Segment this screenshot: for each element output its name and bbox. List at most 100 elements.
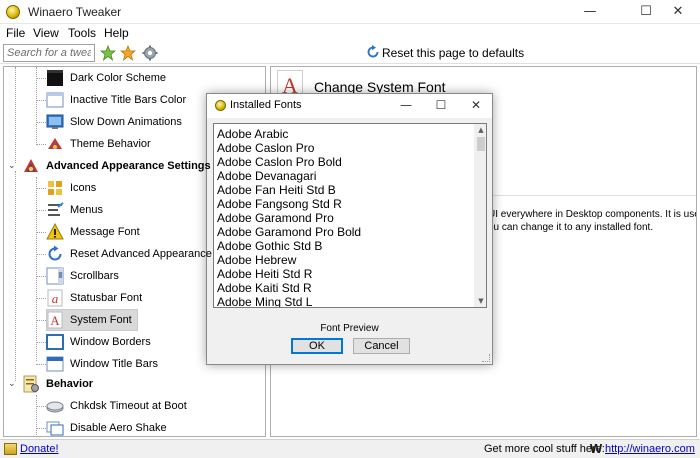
font-list-item[interactable]: Adobe Gothic Std B xyxy=(217,239,322,253)
tree-item-slow-down-animations[interactable]: Slow Down Animations xyxy=(36,111,182,133)
font-list-item[interactable]: Adobe Garamond Pro Bold xyxy=(217,225,361,239)
installed-fonts-dialog: Installed Fonts — ☐ ✕ Adobe Arabic Adobe… xyxy=(206,93,493,365)
menu-help[interactable]: Help xyxy=(104,26,129,40)
menu-tools[interactable]: Tools xyxy=(68,26,96,40)
tree-item-label: Icons xyxy=(70,182,97,194)
tree-item-label: Scrollbars xyxy=(70,270,119,282)
font-list-item[interactable]: Adobe Hebrew xyxy=(217,253,296,267)
tree-item-system-font[interactable]: A System Font xyxy=(36,309,138,331)
tree-item-label: Window Title Bars xyxy=(70,358,159,370)
tree-item-window-title-bars[interactable]: Window Title Bars xyxy=(36,353,158,375)
dialog-maximize-button[interactable]: ☐ xyxy=(424,94,458,118)
reset-page-label: Reset this page to defaults xyxy=(382,46,525,60)
tree-category-behavior[interactable]: ⌄ Behavior xyxy=(8,373,93,395)
refresh-icon xyxy=(367,45,379,58)
tree-item-label: Chkdsk Timeout at Boot xyxy=(70,400,187,412)
dialog-close-button[interactable]: ✕ xyxy=(459,94,493,118)
promo-text: Get more cool stuff here: xyxy=(484,443,605,455)
cancel-button[interactable]: Cancel xyxy=(353,338,410,354)
font-list-item[interactable]: Adobe Ming Std L xyxy=(217,295,312,307)
tree-item-label: Dark Color Scheme xyxy=(70,72,166,84)
tree-item-label: Reset Advanced Appearance xyxy=(70,248,212,260)
tree-item-theme-behavior[interactable]: Theme Behavior xyxy=(36,133,151,155)
tree-item-menus[interactable]: Menus xyxy=(36,199,103,221)
scroll-up-arrow-icon[interactable]: ▲ xyxy=(475,124,486,136)
tree-item-label: Menus xyxy=(70,204,104,216)
winaero-app-icon xyxy=(6,5,20,19)
tree-item-label: Advanced Appearance Settings xyxy=(46,160,211,172)
tree-item-scrollbars[interactable]: Scrollbars xyxy=(36,265,119,287)
reset-appearance-icon xyxy=(46,245,64,263)
winaero-logo-icon: W xyxy=(589,441,603,456)
tree-item-inactive-title-bars-color[interactable]: Inactive Title Bars Color xyxy=(36,89,186,111)
gear-icon[interactable] xyxy=(142,45,158,61)
font-list-item[interactable]: Adobe Devanagari xyxy=(217,169,316,183)
window-title: Winaero Tweaker xyxy=(28,5,122,19)
tree-item-label: Message Font xyxy=(70,226,140,238)
menu-file[interactable]: File xyxy=(6,26,25,40)
collapse-chevron-icon[interactable]: ⌄ xyxy=(8,161,18,171)
search-input[interactable] xyxy=(3,44,95,62)
font-listbox[interactable]: Adobe Arabic Adobe Caslon Pro Adobe Casl… xyxy=(213,123,487,308)
tree-item-dark-color-scheme[interactable]: Dark Color Scheme xyxy=(36,67,166,89)
tree-item-chkdsk-timeout-at-boot[interactable]: Chkdsk Timeout at Boot xyxy=(36,395,187,417)
window-borders-icon xyxy=(46,333,64,351)
behavior-icon xyxy=(22,375,40,393)
tree-item-label: Theme Behavior xyxy=(70,138,151,150)
font-preview-label: Font Preview xyxy=(320,323,379,334)
scroll-thumb[interactable] xyxy=(477,137,485,151)
scroll-down-arrow-icon[interactable]: ▼ xyxy=(475,295,486,307)
winaero-app-icon xyxy=(215,100,226,111)
tree-item-disable-aero-shake[interactable]: Disable Aero Shake xyxy=(36,417,167,436)
font-list-item[interactable]: Adobe Fan Heiti Std B xyxy=(217,183,336,197)
scrollbars-icon xyxy=(46,267,64,285)
tree-item-label: Inactive Title Bars Color xyxy=(70,94,187,106)
tree-item-icons[interactable]: Icons xyxy=(36,177,96,199)
minimize-button[interactable]: — xyxy=(568,0,612,24)
title-bar: Winaero Tweaker — ☐ ✕ xyxy=(0,0,700,24)
statusbar-font-icon: a xyxy=(46,289,64,307)
resize-grip[interactable] xyxy=(482,354,490,362)
aero-shake-icon xyxy=(46,419,64,436)
font-list-item[interactable]: Adobe Caslon Pro Bold xyxy=(217,155,342,169)
ok-button[interactable]: OK xyxy=(291,338,343,354)
font-list-item[interactable]: Adobe Garamond Pro xyxy=(217,211,334,225)
toolbar: Reset this page to defaults xyxy=(0,42,700,64)
font-list-item[interactable]: Adobe Caslon Pro xyxy=(217,141,314,155)
menu-bar: File View Tools Help xyxy=(0,24,700,42)
tree-item-label: Behavior xyxy=(46,378,94,390)
donate-link[interactable]: Donate! xyxy=(20,443,59,455)
tree-item-window-borders[interactable]: Window Borders xyxy=(36,331,151,353)
tree-item-label: Window Borders xyxy=(70,336,151,348)
description-line: ou can change it to any installed font. xyxy=(488,222,654,233)
description-line: UI everywhere in Desktop components. It … xyxy=(488,209,697,220)
tree-guide-line xyxy=(15,67,16,163)
svg-text:a: a xyxy=(52,291,59,306)
close-button[interactable]: ✕ xyxy=(656,0,700,24)
dark-color-scheme-icon xyxy=(46,69,64,87)
font-list-item[interactable]: Adobe Kaiti Std R xyxy=(217,281,312,295)
orange-star-icon[interactable] xyxy=(120,45,136,61)
website-link[interactable]: http://winaero.com xyxy=(605,443,695,455)
svg-text:A: A xyxy=(50,313,60,328)
font-list-scrollbar[interactable]: ▲ ▼ xyxy=(474,124,486,307)
tree-item-reset-advanced-appearance[interactable]: Reset Advanced Appearance xyxy=(36,243,212,265)
chkdsk-icon xyxy=(46,397,64,415)
slow-animations-icon xyxy=(46,113,64,131)
description-text: UI everywhere in Desktop components. It … xyxy=(488,208,697,234)
menu-view[interactable]: View xyxy=(33,26,59,40)
font-list-item[interactable]: Adobe Fangsong Std R xyxy=(217,197,342,211)
window-title-bars-icon xyxy=(46,355,64,373)
tree-item-statusbar-font[interactable]: a Statusbar Font xyxy=(36,287,142,309)
tree-category-advanced-appearance-settings[interactable]: ⌄ Advanced Appearance Settings xyxy=(8,155,211,177)
green-star-icon[interactable] xyxy=(100,45,116,61)
font-list-item[interactable]: Adobe Heiti Std R xyxy=(217,267,312,281)
status-bar: Donate! Get more cool stuff here: W http… xyxy=(0,439,700,458)
tree-item-label: Slow Down Animations xyxy=(70,116,182,128)
font-list-item[interactable]: Adobe Arabic xyxy=(217,127,288,141)
dialog-title-bar[interactable]: Installed Fonts — ☐ ✕ xyxy=(207,94,492,118)
tree-item-message-font[interactable]: Message Font xyxy=(36,221,140,243)
collapse-chevron-icon[interactable]: ⌄ xyxy=(8,379,18,389)
dialog-minimize-button[interactable]: — xyxy=(389,94,423,118)
advanced-appearance-icon xyxy=(22,157,40,175)
